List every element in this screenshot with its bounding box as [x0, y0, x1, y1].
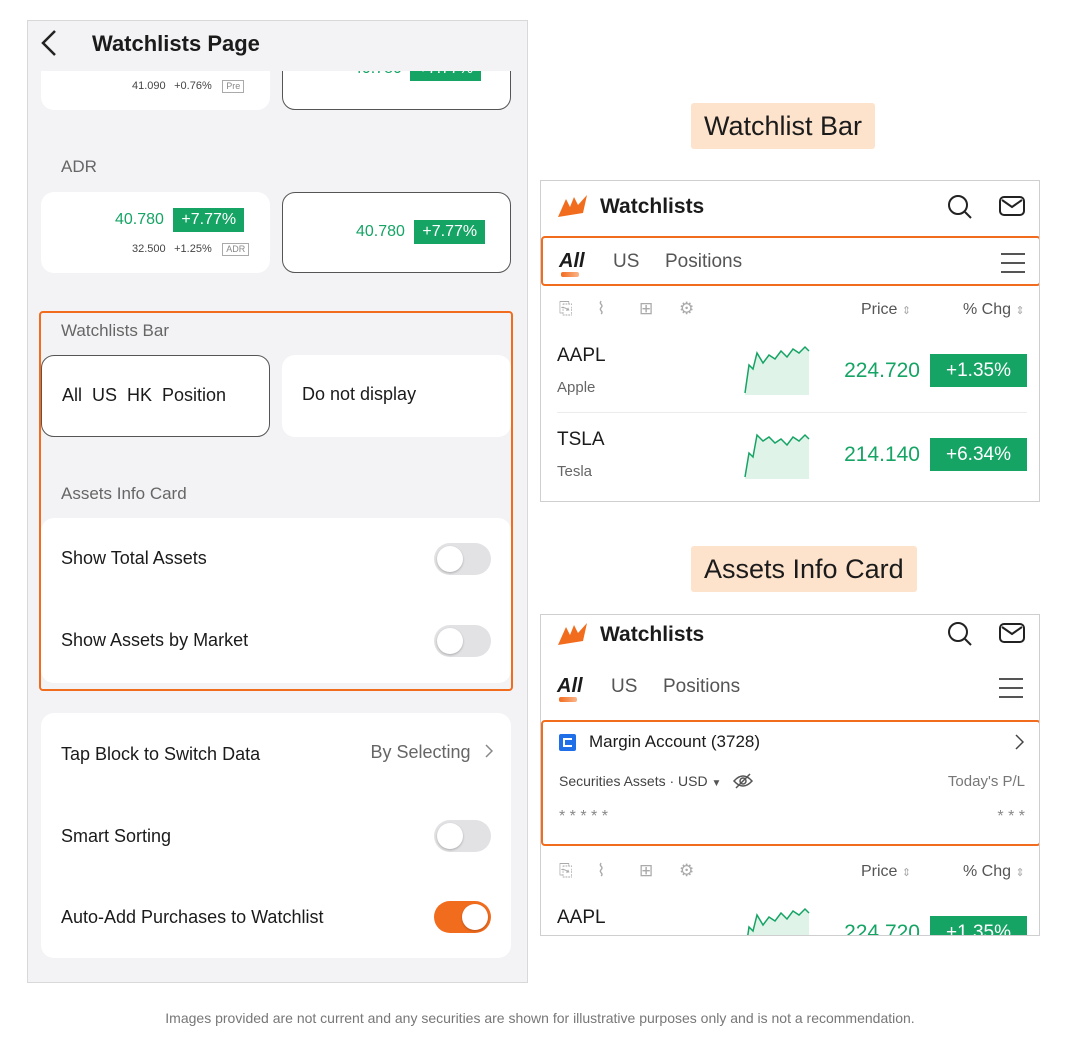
grid-icon[interactable]: ⊞	[639, 299, 653, 319]
tab-us[interactable]: US	[613, 251, 639, 273]
chart-icon[interactable]: ⌇	[597, 861, 605, 881]
watchlist-bar-preview: Watchlists All US Positions ⎘ ⌇ ⊞ ⚙ Pric…	[540, 180, 1040, 502]
search-icon[interactable]	[947, 194, 973, 225]
adr-card-left[interactable]: 40.780 +7.77% 32.500 +1.25% ADR	[41, 192, 270, 273]
settings-icon[interactable]: ⚙	[679, 861, 694, 881]
assets-info-card[interactable]: Margin Account (3728) Securities Assets …	[541, 720, 1039, 846]
sparkline	[743, 907, 811, 935]
tap-block-selector[interactable]: By Selecting	[370, 742, 494, 763]
disclaimer: Images provided are not current and any …	[165, 1010, 915, 1026]
show-assets-by-market-toggle[interactable]	[434, 625, 491, 657]
pre-change: +0.76%	[174, 80, 212, 92]
assets-info-card-callout: Assets Info Card	[691, 546, 917, 592]
share-icon[interactable]: ⎘	[559, 861, 573, 881]
brand-logo-icon	[556, 621, 590, 653]
menu-icon[interactable]	[999, 678, 1023, 698]
account-name: Margin Account (3728)	[589, 732, 761, 751]
chg-column-header[interactable]: % Chg ⇕	[963, 863, 1025, 881]
grid-icon[interactable]: ⊞	[639, 861, 653, 881]
settings-icon[interactable]: ⚙	[679, 299, 694, 319]
change-badge: +6.34%	[930, 438, 1027, 471]
adr-right-price: 40.780	[356, 223, 405, 240]
pre-price: 41.090	[132, 80, 166, 92]
page-title: Watchlists Page	[92, 31, 260, 56]
tap-block-label: Tap Block to Switch Data	[61, 744, 261, 764]
brand-logo-icon	[556, 193, 590, 225]
masked-pl: * * *	[997, 808, 1025, 825]
back-icon[interactable]	[40, 28, 60, 65]
sort-icon: ⇕	[901, 867, 912, 879]
assets-info-card-preview: Watchlists All US Positions Margin Accou…	[540, 614, 1040, 936]
table-row[interactable]: TSLA Tesla 214.140 +6.34%	[541, 415, 1039, 499]
adr-card-right[interactable]: 40.780 +7.77%	[282, 192, 511, 273]
assets-info-card-settings: Show Total Assets Show Assets by Market	[41, 518, 511, 683]
search-icon[interactable]	[947, 621, 973, 652]
mail-icon[interactable]	[999, 622, 1025, 649]
show-total-assets-toggle[interactable]	[434, 543, 491, 575]
menu-icon[interactable]	[1001, 253, 1025, 273]
tap-block-value: By Selecting	[370, 742, 471, 762]
smart-sorting-toggle[interactable]	[434, 820, 491, 852]
top-bar: Watchlists Page	[28, 21, 527, 71]
watchlists-settings-screen: Watchlists Page 41.090 +0.76% Pre 40.780…	[27, 20, 528, 983]
smart-sorting-label: Smart Sorting	[61, 826, 172, 846]
watchlist-bar-callout: Watchlist Bar	[691, 103, 876, 149]
chevron-right-icon	[485, 744, 494, 763]
adr-price: 40.780	[115, 211, 164, 228]
adr-right-change-badge: +7.77%	[414, 220, 486, 244]
tab-positions[interactable]: Positions	[665, 251, 742, 273]
tab-all[interactable]: All	[557, 675, 583, 698]
hide-icon[interactable]	[733, 773, 754, 792]
auto-add-toggle[interactable]	[434, 901, 491, 933]
sort-icon: ⇕	[1015, 305, 1025, 317]
mail-icon[interactable]	[999, 195, 1025, 222]
adr-sub-price: 32.500	[132, 243, 166, 255]
show-total-assets-label: Show Total Assets	[61, 548, 207, 568]
table-row[interactable]: AAPL Apple 224.720 +1.35%	[541, 331, 1039, 415]
share-icon[interactable]: ⎘	[559, 299, 573, 319]
table-row[interactable]: AAPL 224.720 +1.35%	[541, 893, 1039, 935]
watchlists-bar-option-tabs[interactable]: All US HK Position	[41, 355, 270, 437]
assets-info-card-label: Assets Info Card	[61, 484, 187, 503]
change-badge: +1.35%	[930, 916, 1027, 935]
auto-add-label: Auto-Add Purchases to Watchlist	[61, 907, 324, 927]
sort-icon: ⇕	[1015, 867, 1025, 879]
tab-us[interactable]: US	[611, 676, 637, 698]
chg-column-header[interactable]: % Chg ⇕	[963, 301, 1025, 319]
caret-down-icon: ▼	[711, 778, 722, 790]
adr-change-badge: +7.77%	[173, 208, 245, 232]
todays-pl-label: Today's P/L	[947, 773, 1025, 790]
masked-assets: * * * * *	[559, 808, 608, 825]
chart-icon[interactable]: ⌇	[597, 299, 605, 319]
watchlists-bar-option-hidden[interactable]: Do not display	[282, 355, 511, 437]
watchlist-tabs-bar: All US Positions	[541, 236, 1039, 286]
sparkline	[743, 429, 811, 484]
adr-tag: ADR	[222, 243, 250, 256]
adr-label: ADR	[61, 157, 97, 176]
tab-positions[interactable]: Positions	[663, 676, 740, 698]
tab-all[interactable]: All	[559, 250, 585, 273]
brand-title: Watchlists	[600, 623, 705, 646]
general-settings-card: Tap Block to Switch Data By Selecting Sm…	[41, 713, 511, 958]
price-column-header[interactable]: Price ⇕	[861, 863, 911, 881]
chevron-right-icon[interactable]	[1015, 734, 1025, 755]
sort-icon: ⇕	[901, 305, 912, 317]
sparkline	[743, 345, 811, 400]
pre-tag: Pre	[222, 80, 245, 93]
assets-currency-selector[interactable]: Securities Assets · USD ▼	[559, 773, 754, 792]
price-column-header[interactable]: Price ⇕	[861, 301, 911, 319]
account-icon	[559, 734, 576, 751]
watchlists-bar-label: Watchlists Bar	[61, 321, 170, 340]
change-badge: +1.35%	[930, 354, 1027, 387]
brand-title: Watchlists	[600, 195, 705, 218]
adr-sub-change: +1.25%	[174, 243, 212, 255]
show-assets-by-market-label: Show Assets by Market	[61, 630, 249, 650]
